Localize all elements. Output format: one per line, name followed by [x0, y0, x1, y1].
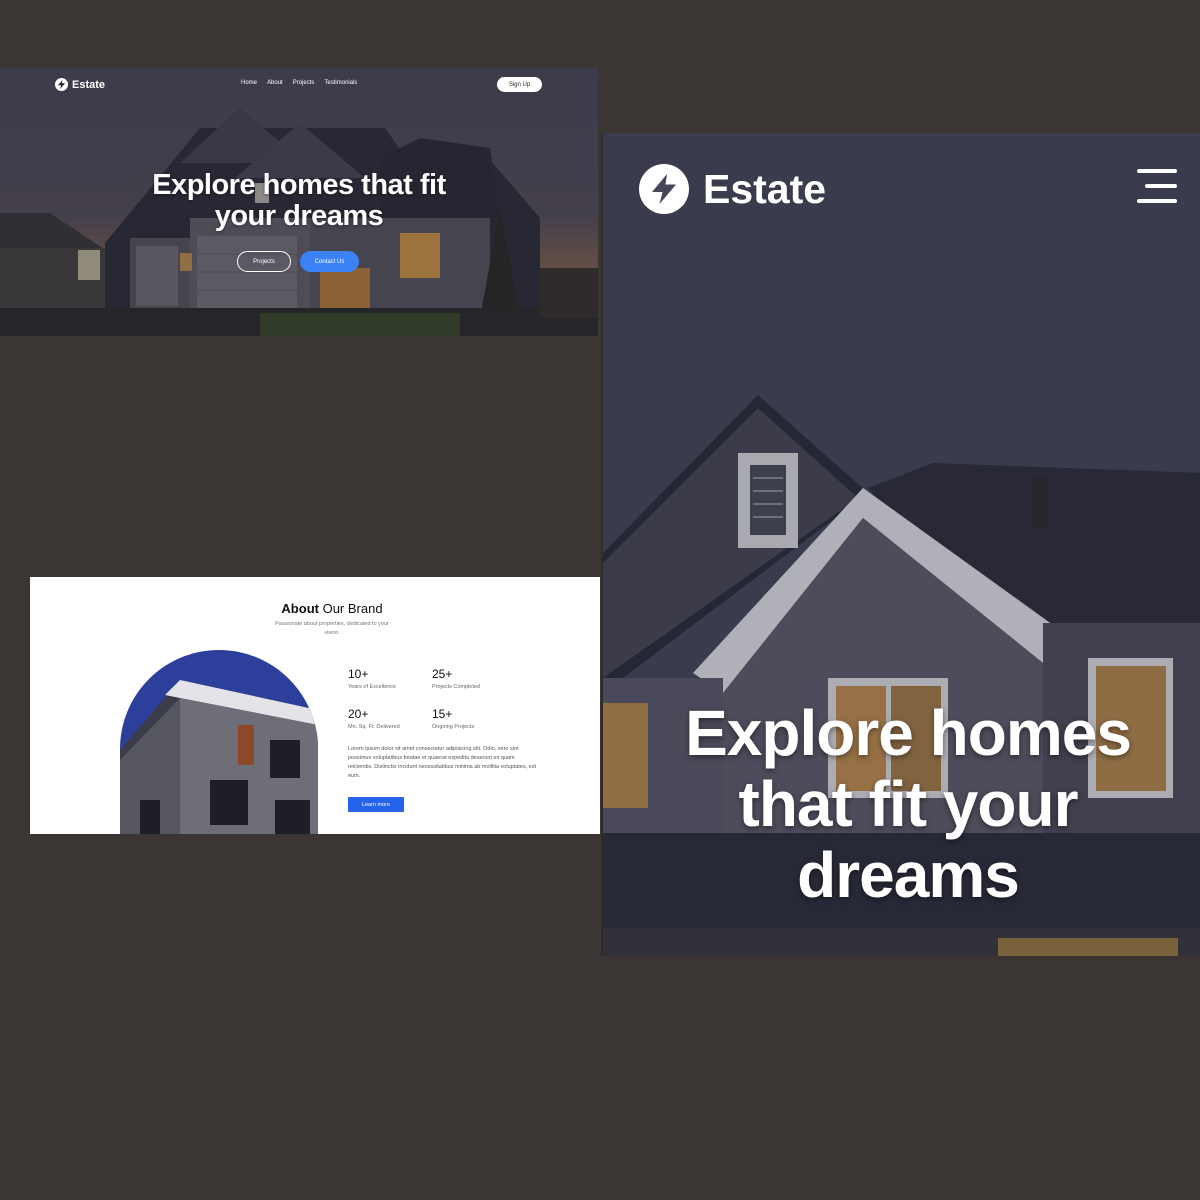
stat-label: Mn. Sq. Ft. Delivered — [348, 724, 400, 730]
building-image — [120, 650, 318, 834]
stat-value: 25+ — [432, 667, 453, 681]
nav-link-about[interactable]: About — [267, 80, 283, 86]
desktop-hero-title: Explore homes that fit your dreams — [152, 169, 446, 232]
mobile-hero-section: Estate Explore homes that fit your dream… — [601, 133, 1200, 956]
stat-years: 10+ Years of Excellence — [348, 667, 396, 690]
stat-projects-completed: 25+ Projects Completed — [432, 667, 480, 690]
about-paragraph: Lorem ipsum dolor sit amet consectetur a… — [348, 746, 537, 779]
stat-sqft-delivered: 20+ Mn. Sq. Ft. Delivered — [348, 707, 400, 730]
about-section: About Our Brand Passionate about propert… — [30, 577, 600, 834]
stat-value: 20+ — [348, 707, 369, 721]
stat-ongoing-projects: 15+ Ongoing Projects — [432, 707, 474, 730]
stat-value: 15+ — [432, 707, 453, 721]
contact-us-button[interactable]: Contact Us — [300, 251, 359, 272]
about-title: About Our Brand — [30, 601, 600, 616]
stat-label: Years of Excellence — [348, 684, 397, 690]
about-title-rest: Our Brand — [318, 601, 383, 616]
mobile-hero-title: Explore homes that fit your dreams — [685, 697, 1132, 911]
hamburger-menu-icon[interactable] — [1133, 169, 1177, 205]
nav-link-home[interactable]: Home — [241, 80, 257, 86]
projects-button[interactable]: Projects — [237, 251, 291, 272]
desktop-logo[interactable]: Estate — [55, 78, 105, 91]
stat-value: 10+ — [348, 667, 369, 681]
stat-label: Projects Completed — [432, 684, 480, 690]
nav-link-testimonials[interactable]: Testimonials — [324, 80, 357, 86]
about-title-bold: About — [281, 601, 319, 616]
sign-up-button[interactable]: Sign Up — [497, 77, 542, 92]
bolt-icon — [55, 78, 68, 91]
brand-name: Estate — [72, 78, 106, 91]
desktop-navbar: Estate Home About Projects Testimonials … — [0, 68, 598, 102]
desktop-hero-section: Estate Home About Projects Testimonials … — [0, 68, 598, 336]
nav-link-projects[interactable]: Projects — [293, 80, 315, 86]
learn-more-button[interactable]: Learn more — [348, 797, 404, 812]
stat-label: Ongoing Projects — [432, 724, 475, 730]
brand-name: Estate — [703, 165, 827, 212]
about-subtitle: Passionate about properties, dedicated t… — [275, 621, 389, 636]
mobile-logo[interactable]: Estate — [639, 164, 826, 214]
desktop-nav-links: Home About Projects Testimonials — [241, 80, 357, 86]
bolt-icon — [639, 164, 689, 214]
